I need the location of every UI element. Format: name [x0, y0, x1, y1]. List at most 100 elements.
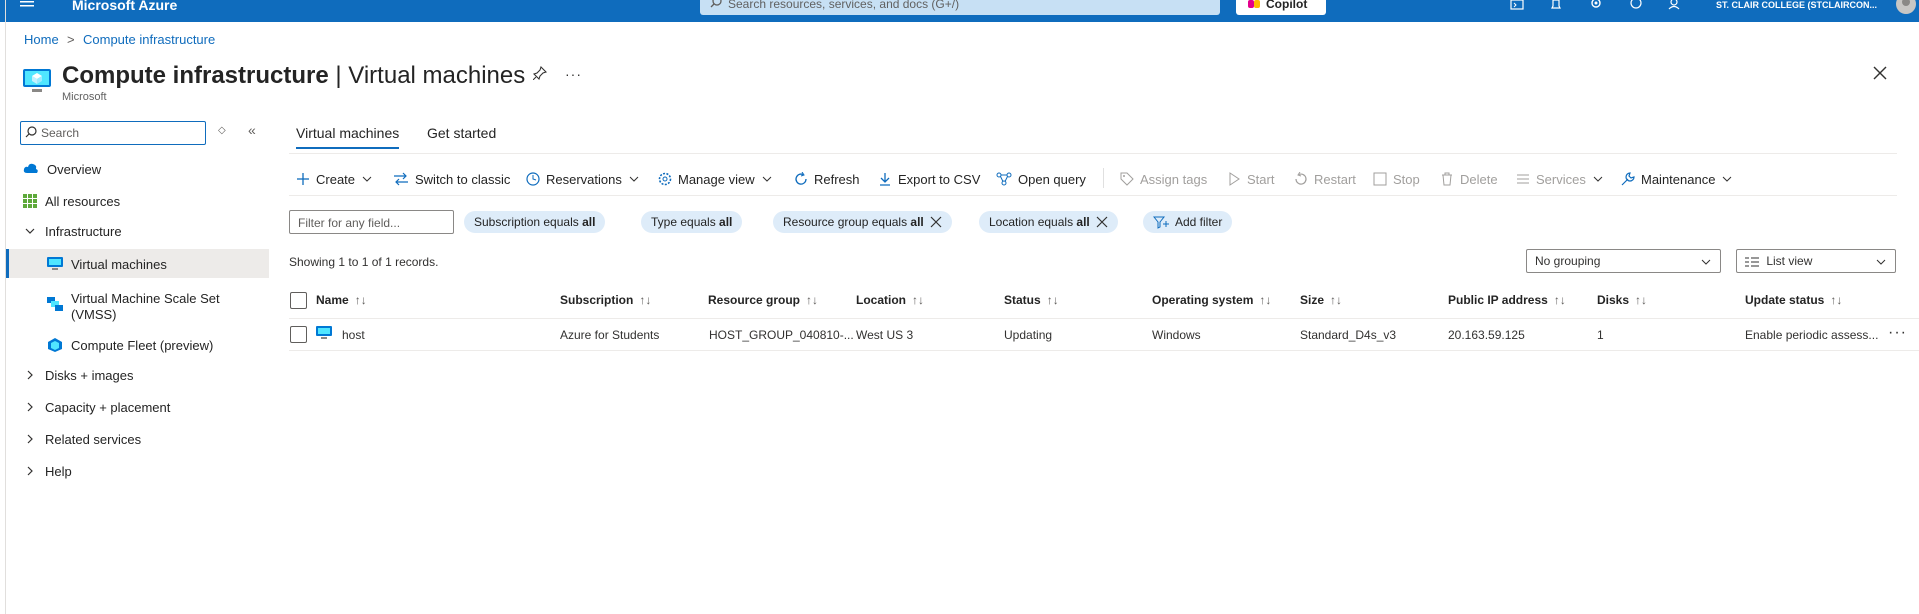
sidebar-item-related-services[interactable]: Related services — [23, 426, 141, 452]
more-options-icon[interactable]: ··· — [565, 66, 582, 82]
start-button[interactable]: Start — [1227, 170, 1274, 188]
maintenance-button[interactable]: Maintenance — [1621, 170, 1733, 188]
global-search-input[interactable]: Search resources, services, and docs (G+… — [700, 0, 1220, 15]
filter-pill-subscription[interactable]: Subscription equals all — [464, 211, 606, 233]
col-header-update-status[interactable]: Update status ↑↓ — [1745, 293, 1842, 307]
filter-pill-location[interactable]: Location equals all — [979, 211, 1118, 233]
col-header-status[interactable]: Status ↑↓ — [1004, 293, 1059, 307]
filter-pill-type[interactable]: Type equals all — [641, 211, 743, 233]
close-icon[interactable] — [930, 216, 942, 228]
grid-icon — [23, 194, 37, 208]
sort-toggle-icon[interactable]: ◇ — [218, 125, 226, 136]
export-csv-button[interactable]: Export to CSV — [878, 170, 980, 188]
delete-button[interactable]: Delete — [1440, 170, 1498, 188]
col-header-disks[interactable]: Disks ↑↓ — [1597, 293, 1647, 307]
sidebar-item-compute-fleet[interactable]: Compute Fleet (preview) — [47, 332, 213, 358]
close-icon[interactable] — [1873, 66, 1887, 80]
table-row[interactable]: host Azure for Students HOST_GROUP_04081… — [289, 319, 1919, 350]
pin-icon[interactable] — [533, 66, 547, 80]
vm-name-link[interactable]: host — [342, 328, 365, 342]
settings-gear-icon[interactable] — [1590, 0, 1602, 10]
update-status-link[interactable]: Enable periodic assess... — [1745, 328, 1878, 342]
switch-classic-label: Switch to classic — [415, 171, 511, 187]
grouping-dropdown[interactable]: No grouping — [1526, 249, 1721, 273]
public-ip-cell: 20.163.59.125 — [1448, 328, 1525, 342]
close-icon[interactable] — [1096, 216, 1108, 228]
azure-brand[interactable]: Microsoft Azure — [72, 0, 177, 12]
col-header-name[interactable]: Name ↑↓ — [316, 293, 367, 307]
hamburger-menu-icon[interactable] — [20, 0, 34, 8]
open-query-button[interactable]: Open query — [996, 170, 1086, 188]
sidebar-item-vmss[interactable]: Virtual Machine Scale Set (VMSS) — [47, 291, 221, 323]
chevron-right-icon — [23, 464, 37, 478]
virtual-machine-icon — [22, 66, 52, 96]
sidebar-item-overview[interactable]: Overview — [23, 156, 101, 182]
restart-label: Restart — [1314, 171, 1356, 187]
refresh-button[interactable]: Refresh — [794, 170, 860, 188]
services-button[interactable]: Services — [1516, 170, 1604, 188]
records-count: Showing 1 to 1 of 1 records. — [289, 255, 439, 269]
breadcrumb-current[interactable]: Compute infrastructure — [83, 32, 215, 47]
manage-view-button[interactable]: Manage view — [658, 170, 773, 188]
row-checkbox[interactable] — [290, 326, 307, 343]
col-header-label: Subscription — [560, 293, 634, 307]
tab-get-started[interactable]: Get started — [427, 125, 496, 141]
subscription-link[interactable]: Azure for Students — [560, 328, 659, 342]
notifications-icon[interactable] — [1550, 0, 1562, 10]
reservations-button[interactable]: Reservations — [526, 170, 640, 188]
resource-group-link[interactable]: HOST_GROUP_040810-... — [709, 328, 854, 342]
select-all-checkbox[interactable] — [290, 292, 307, 309]
filter-input[interactable]: Filter for any field... — [289, 210, 454, 234]
export-csv-label: Export to CSV — [898, 171, 981, 187]
copilot-button[interactable]: Copilot — [1236, 0, 1326, 15]
avatar[interactable] — [1896, 0, 1916, 16]
vmss-icon — [47, 297, 63, 323]
sidebar-item-help[interactable]: Help — [23, 458, 72, 484]
sidebar-item-label: Capacity + placement — [45, 399, 171, 415]
sidebar-item-disks-images[interactable]: Disks + images — [23, 362, 134, 388]
help-icon[interactable] — [1630, 0, 1642, 10]
view-dropdown[interactable]: List view — [1736, 249, 1896, 273]
row-more-icon[interactable]: ··· — [1888, 324, 1907, 342]
col-header-public-ip[interactable]: Public IP address ↑↓ — [1448, 293, 1566, 307]
col-header-subscription[interactable]: Subscription ↑↓ — [560, 293, 651, 307]
sidebar-item-all-resources[interactable]: All resources — [23, 188, 120, 214]
stop-button[interactable]: Stop — [1373, 170, 1420, 188]
collapse-sidebar-icon[interactable]: « — [248, 122, 256, 138]
pill-prefix: Resource group equals — [783, 215, 911, 229]
sidebar-item-infrastructure[interactable]: Infrastructure — [23, 218, 122, 244]
col-header-size[interactable]: Size ↑↓ — [1300, 293, 1342, 307]
stop-icon — [1373, 172, 1387, 186]
col-header-resource-group[interactable]: Resource group ↑↓ — [708, 293, 818, 307]
tab-virtual-machines[interactable]: Virtual machines — [296, 125, 400, 149]
add-filter-button[interactable]: Add filter — [1143, 211, 1233, 233]
sidebar-item-capacity-placement[interactable]: Capacity + placement — [23, 394, 170, 420]
sidebar-item-label: Infrastructure — [45, 223, 122, 239]
cloud-shell-icon[interactable] — [1510, 0, 1524, 10]
col-header-label: Size — [1300, 293, 1325, 307]
sidebar-item-label: Help — [45, 463, 72, 479]
sort-icon: ↑↓ — [806, 293, 819, 307]
filter-pill-resource-group[interactable]: Resource group equals all — [773, 211, 952, 233]
col-header-location[interactable]: Location ↑↓ — [856, 293, 924, 307]
pill-value: all — [1076, 215, 1090, 229]
tenant-name[interactable]: ST. CLAIR COLLEGE (STCLAIRCON... — [1716, 0, 1877, 10]
col-header-operating-system[interactable]: Operating system ↑↓ — [1152, 293, 1271, 307]
page-title: Compute infrastructure | Virtual machine… — [62, 62, 526, 89]
assign-tags-button[interactable]: Assign tags — [1120, 170, 1207, 188]
switch-to-classic-button[interactable]: Switch to classic — [393, 170, 510, 188]
vm-icon — [316, 326, 332, 341]
restart-button[interactable]: Restart — [1294, 170, 1356, 188]
feedback-icon[interactable] — [1668, 0, 1680, 10]
breadcrumb-home[interactable]: Home — [24, 32, 59, 47]
sidebar-item-virtual-machines[interactable]: Virtual machines — [47, 251, 167, 277]
copilot-icon — [1248, 0, 1260, 8]
sidebar-search-input[interactable]: Search — [20, 121, 206, 145]
sort-icon: ↑↓ — [1259, 293, 1272, 307]
open-query-label: Open query — [1018, 171, 1086, 187]
col-header-label: Disks — [1597, 293, 1630, 307]
create-label: Create — [316, 171, 356, 187]
sidebar-item-label: Disks + images — [45, 367, 134, 383]
create-button[interactable]: Create — [296, 170, 373, 188]
add-filter-label: Add filter — [1175, 215, 1223, 229]
